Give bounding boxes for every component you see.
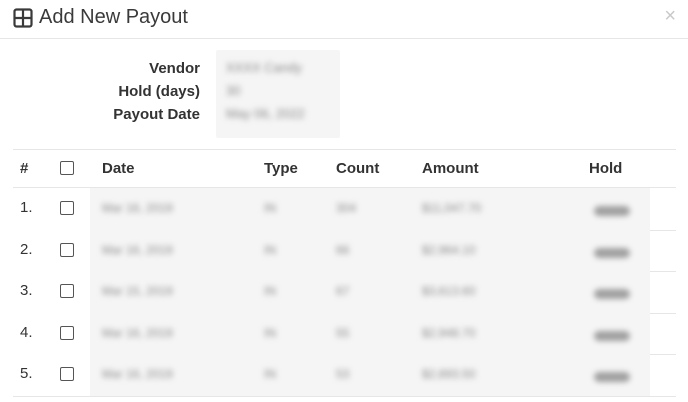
- row-hold: [594, 330, 630, 341]
- row-amount: $2,893.50: [422, 367, 476, 382]
- table-row: [90, 312, 650, 355]
- table-row: [90, 229, 650, 272]
- row-type: IN: [264, 201, 276, 215]
- col-header-count: Count: [336, 160, 380, 177]
- row-type: IN: [264, 242, 276, 257]
- row-count: 304: [336, 201, 357, 215]
- row-amount: $3,613.60: [422, 284, 476, 299]
- table-row: [90, 271, 650, 314]
- payout-info: Vendor Hold (days) Payout Date XXXX Cand…: [0, 50, 688, 140]
- col-header-amount: Amount: [422, 160, 479, 177]
- row-number: 5.: [20, 365, 33, 383]
- row-hold: [594, 289, 630, 300]
- row-number: 2.: [20, 240, 33, 258]
- table-row: [90, 188, 650, 230]
- info-values-panel: XXXX Candy 30 May 06, 2022: [216, 50, 340, 138]
- row-type: IN: [264, 367, 276, 382]
- row-date: Mar 16, 2019: [102, 325, 173, 340]
- select-all-checkbox[interactable]: [60, 161, 74, 175]
- row-count: 55: [336, 325, 350, 340]
- row-number: 1.: [20, 199, 33, 216]
- payout-date-value: May 06, 2022: [226, 106, 305, 121]
- row-hold: [594, 206, 630, 216]
- row-checkbox[interactable]: [60, 242, 74, 257]
- modal-title: Add New Payout: [39, 6, 188, 28]
- add-payout-modal: Add New Payout × Vendor Hold (days) Payo…: [0, 0, 688, 402]
- row-number: 4.: [20, 323, 33, 341]
- row-type: IN: [264, 284, 276, 299]
- hold-days-label: Hold (days): [118, 83, 200, 100]
- vendor-value: XXXX Candy: [226, 60, 302, 75]
- row-amount: $11,047.70: [422, 201, 482, 215]
- table-row: [90, 354, 650, 397]
- row-checkbox[interactable]: [60, 367, 74, 382]
- table-bottom-divider: [13, 396, 676, 397]
- close-icon[interactable]: ×: [664, 6, 676, 26]
- row-type: IN: [264, 325, 276, 340]
- modal-header: Add New Payout ×: [0, 0, 688, 39]
- row-date: Mar 16, 2019: [102, 201, 173, 215]
- row-checkbox[interactable]: [60, 201, 74, 215]
- row-amount: $2,948.70: [422, 325, 476, 340]
- row-hold: [594, 247, 630, 258]
- row-date: Mar 16, 2019: [102, 367, 173, 382]
- row-number: 3.: [20, 282, 33, 300]
- grid-icon: [13, 8, 33, 28]
- vendor-label: Vendor: [149, 60, 200, 77]
- row-count: 67: [336, 284, 350, 299]
- table-top-divider: [13, 149, 676, 150]
- hold-days-value: 30: [226, 83, 241, 98]
- row-date: Mar 16, 2019: [102, 242, 173, 257]
- col-header-date: Date: [102, 160, 135, 177]
- col-header-hold: Hold: [589, 160, 623, 177]
- row-amount: $2,964.10: [422, 242, 476, 257]
- row-count: 66: [336, 242, 350, 257]
- row-date: Mar 15, 2019: [102, 284, 173, 299]
- row-checkbox[interactable]: [60, 284, 74, 299]
- row-hold: [594, 372, 630, 383]
- row-checkbox[interactable]: [60, 325, 74, 340]
- payout-date-label: Payout Date: [113, 106, 200, 123]
- col-header-num: #: [20, 160, 29, 177]
- col-header-type: Type: [264, 160, 298, 177]
- row-count: 53: [336, 367, 350, 382]
